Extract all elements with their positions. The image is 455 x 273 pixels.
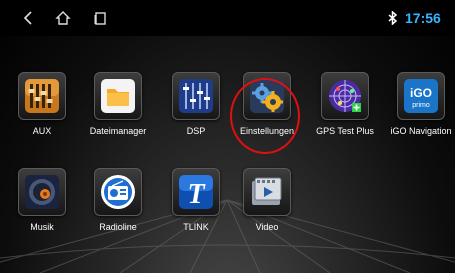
status-bar: 17:56 bbox=[0, 0, 455, 36]
igo-primo-icon: iGO primo bbox=[397, 72, 445, 120]
bluetooth-icon bbox=[388, 11, 398, 25]
app-dsp[interactable]: DSP bbox=[159, 72, 233, 152]
app-label: Radioline bbox=[99, 222, 137, 232]
red-highlight-circle bbox=[230, 78, 300, 154]
equalizer-sliders-icon bbox=[18, 72, 66, 120]
home-screen: 17:56 AUX Dateimanager DSP Einstellungen… bbox=[0, 0, 455, 273]
clock: 17:56 bbox=[405, 10, 441, 26]
app-igo-navigation[interactable]: iGO primo iGO Navigation bbox=[384, 72, 455, 152]
app-dateimanager[interactable]: Dateimanager bbox=[81, 72, 155, 152]
back-icon[interactable] bbox=[21, 10, 37, 26]
tlink-logo-text: T bbox=[187, 179, 206, 210]
folder-icon bbox=[94, 72, 142, 120]
speaker-icon bbox=[18, 168, 66, 216]
app-label: Video bbox=[255, 222, 279, 232]
igo-logo-text: iGO bbox=[410, 86, 432, 100]
app-label: Dateimanager bbox=[89, 126, 147, 136]
radio-icon bbox=[94, 168, 142, 216]
home-icon[interactable] bbox=[55, 10, 71, 26]
tlink-icon: T bbox=[172, 168, 220, 216]
gps-radar-icon bbox=[321, 72, 369, 120]
app-tlink[interactable]: T TLINK bbox=[159, 168, 233, 248]
app-aux[interactable]: AUX bbox=[5, 72, 79, 152]
recent-apps-icon[interactable] bbox=[92, 10, 108, 26]
app-gps-test-plus[interactable]: GPS Test Plus bbox=[308, 72, 382, 152]
app-label: iGO Navigation bbox=[390, 126, 452, 136]
dsp-sliders-icon bbox=[172, 72, 220, 120]
app-radioline[interactable]: Radioline bbox=[81, 168, 155, 248]
film-icon bbox=[243, 168, 291, 216]
igo-logo-subtext: primo bbox=[412, 102, 430, 109]
app-musik[interactable]: Musik bbox=[5, 168, 79, 248]
app-video[interactable]: Video bbox=[230, 168, 304, 248]
